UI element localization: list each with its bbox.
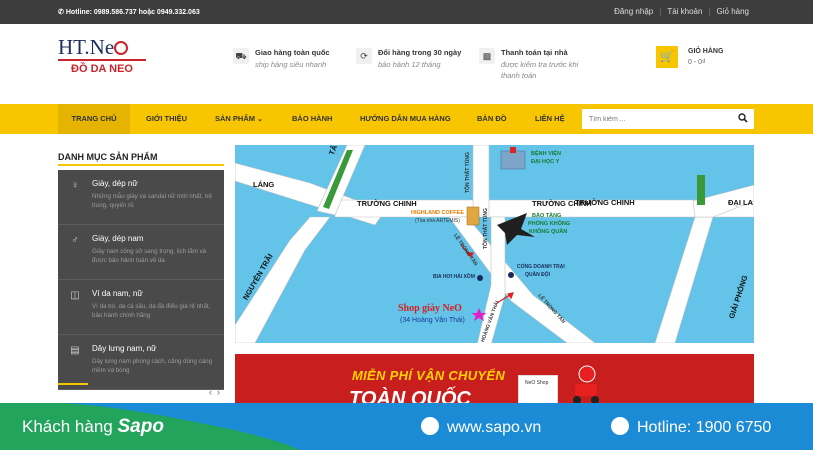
feature-title: Đổi hàng trong 30 ngày (378, 48, 462, 57)
street-label: TÔN THẤT TÙNG (483, 208, 489, 249)
promo-banner[interactable]: MIỄN PHÍ VẬN CHUYỂN TOÀN QUỐC NeO Shop (235, 354, 754, 404)
shop-address: (34 Hoàng Văn Thái) (400, 317, 465, 324)
sapo-brand: Khách hàng Sapo (22, 416, 164, 438)
female-icon: ♀ (71, 180, 79, 191)
place-label: ĐẠI HỌC Y (531, 159, 560, 165)
place-label: PHÒNG KHÔNG (528, 221, 571, 227)
place-label: HIGHLAND COFFEE (411, 210, 464, 216)
cart-title: GIỎ HÀNG (688, 48, 724, 55)
shop-name: Shop giày NeO (398, 303, 462, 314)
phone-icon (611, 417, 629, 435)
truck-icon: ⛟ (233, 48, 249, 64)
sapo-website[interactable]: www.sapo.vn (421, 417, 541, 437)
feature-subtitle: ship hàng siêu nhanh (255, 60, 327, 69)
sidebar-item-women-shoes[interactable]: ♀ Giày, dép nữ Những mẫu giày và sandal … (58, 170, 224, 225)
sidebar-item-wallets[interactable]: ◫ Ví da nam, nữ Ví da bò, da cá sấu, da … (58, 280, 224, 335)
brand-prefix: Khách hàng (22, 417, 113, 436)
nav-contact[interactable]: Liên hệ (535, 104, 565, 134)
nav-map[interactable]: Bản đồ (477, 104, 507, 134)
logo-o-ring (114, 41, 129, 55)
sidebar-item-desc: Ví da bò, da cá sấu, da đà điểu giá rẻ n… (92, 303, 211, 319)
logo[interactable]: HT.Ne ĐỒ DA NEO (58, 36, 153, 75)
store-map[interactable]: LÁNG TÂY SƠN TRƯỜNG CHINH TRƯỜNG CHINH T… (235, 145, 754, 343)
place-label: KHÔNG QUÂN (529, 229, 568, 235)
briefcase-icon: ◫ (70, 290, 80, 301)
male-icon: ♂ (71, 235, 79, 246)
place-label: QUÂN ĐỘI (525, 272, 550, 278)
cart-total: 0 - 0₫ (688, 59, 706, 66)
feature-subtitle: bảo hành 12 tháng (378, 60, 441, 69)
top-bar: ✆ Hotline: 0989.586.737 hoặc 0949.332.063… (0, 0, 813, 24)
sidebar-item-desc: Giày nam công sở sang trọng, lịch lãm và… (92, 248, 207, 264)
feature-subtitle: được kiểm tra trước khi thanh toán (501, 60, 579, 80)
phone-icon: ✆ (58, 9, 64, 16)
place-label: BẢO TÀNG (532, 213, 562, 219)
banner-headline: MIỄN PHÍ VẬN CHUYỂN (352, 368, 506, 383)
place-label: CỔNG DOANH TRẠI (517, 264, 565, 270)
nav-products[interactable]: Sản phẩm ⌄ (215, 104, 263, 134)
place-label: BIA HƠI HẢI XỒM (433, 274, 475, 280)
hotline-text: Hotline: 1900 6750 (637, 419, 772, 436)
sidebar-item-label: Giày, dép nam (92, 234, 144, 243)
sapo-footer-banner: Khách hàng Sapo www.sapo.vn Hotline: 190… (0, 403, 813, 450)
sidebar-item-label: Giày, dép nữ (92, 179, 138, 188)
cart-link[interactable]: Giỏ hàng (717, 7, 749, 16)
refresh-icon: ⟳ (356, 48, 372, 64)
search-input[interactable] (582, 109, 732, 129)
search-box (582, 109, 754, 129)
logo-title: HT.Ne (58, 36, 153, 58)
street-label: TRƯỜNG CHINH (357, 199, 417, 208)
globe-icon (421, 417, 439, 435)
sidebar-item-label: Dây lưng nam, nữ (92, 344, 157, 353)
nav-home[interactable]: Trang chủ (58, 104, 130, 134)
top-links: Đăng nhập | Tài khoản | Giỏ hàng (614, 7, 749, 16)
sidebar-item-desc: Những mẫu giày và sandal nữ mới nhất, tr… (92, 193, 212, 209)
logo-subtitle: ĐỒ DA NEO (71, 63, 133, 75)
sidebar-item-men-shoes[interactable]: ♂ Giày, dép nam Giày nam công sở sang tr… (58, 225, 224, 280)
feature-title: Giao hàng toàn quốc (255, 48, 330, 57)
hospital-icon (500, 147, 526, 170)
sidebar-item-label: Ví da nam, nữ (92, 289, 143, 298)
chevron-right-icon[interactable]: › (217, 387, 220, 397)
nav-products-label: Sản phẩm (215, 114, 256, 123)
nav-about[interactable]: Giới thiệu (146, 104, 187, 134)
sidebar-next-section: ‹ › (58, 383, 224, 403)
sidebar-item-belts[interactable]: ▤ Dây lưng nam, nữ Dây lưng nam phong cá… (58, 335, 224, 390)
hotline: ✆ Hotline: 0989.586.737 hoặc 0949.332.063 (58, 8, 200, 16)
search-icon[interactable] (738, 113, 748, 123)
chevron-down-icon: ⌄ (257, 116, 263, 123)
login-link[interactable]: Đăng nhập (614, 7, 653, 16)
website-text: www.sapo.vn (447, 419, 542, 436)
section-underline (58, 383, 88, 385)
feature-title: Thanh toán tại nhà (501, 48, 568, 57)
banner-big-text: TOÀN QUỐC (349, 388, 471, 404)
place-label: (Tòa nhà ARTEMIS) (415, 218, 460, 224)
account-link[interactable]: Tài khoản (667, 7, 702, 16)
street-label: TRƯỜNG CHINH (575, 198, 635, 207)
sapo-hotline[interactable]: Hotline: 1900 6750 (611, 417, 771, 437)
main-nav: Trang chủ Giới thiệu Sản phẩm ⌄ Bảo hành… (0, 104, 813, 134)
building-icon (466, 206, 480, 226)
place-label: BỆNH VIỆN (531, 151, 561, 157)
street-label: LÁNG (253, 180, 275, 189)
logo-divider (58, 59, 146, 61)
nav-guide[interactable]: Hướng dẫn mua hàng (360, 104, 451, 134)
sidebar-item-desc: Dây lưng nam phong cách, cảng dùng càng … (92, 358, 213, 374)
brand-name: Sapo (117, 416, 164, 437)
street-label: TÔN THẤT TÙNG (465, 152, 471, 193)
cart-icon[interactable]: 🛒 (656, 46, 678, 68)
shoe-box-image: NeO Shop (518, 375, 558, 404)
chevron-left-icon[interactable]: ‹ (209, 387, 212, 397)
sidebar-title: DANH MỤC SẢN PHẨM (58, 146, 224, 166)
money-icon: ▩ (479, 48, 495, 64)
header: HT.Ne ĐỒ DA NEO ⛟ Giao hàng toàn quốc sh… (0, 24, 813, 104)
street-label: ĐẠI LA (728, 198, 753, 207)
nav-warranty[interactable]: Bảo hành (292, 104, 332, 134)
delivery-rider-icon (573, 365, 599, 404)
shoe-box-label: NeO Shop (525, 380, 549, 386)
belt-icon: ▤ (70, 345, 80, 356)
carousel-arrows: ‹ › (209, 387, 220, 397)
hotline-text: Hotline: 0989.586.737 hoặc 0949.332.063 (65, 9, 200, 16)
category-sidebar: DANH MỤC SẢN PHẨM ♀ Giày, dép nữ Những m… (58, 146, 224, 390)
